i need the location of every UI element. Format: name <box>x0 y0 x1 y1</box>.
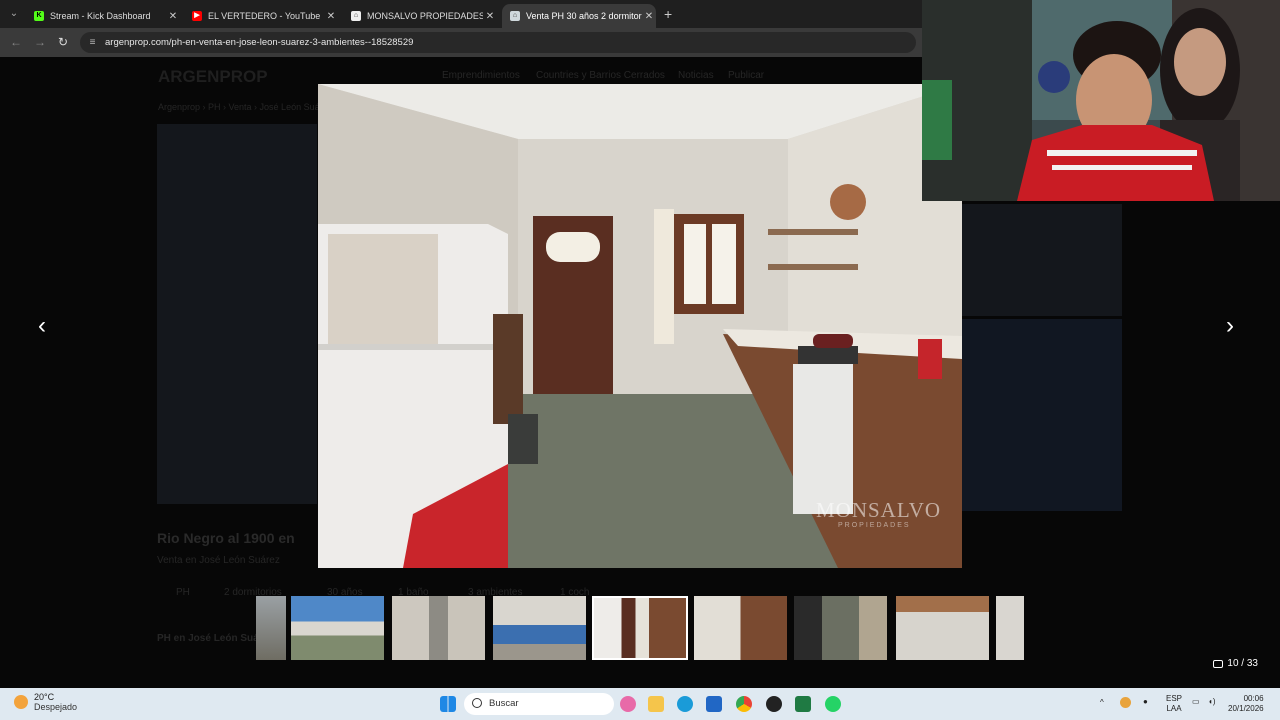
close-tab-icon[interactable]: ✕ <box>324 11 338 22</box>
address-bar: ← → ↻ ≡ argenprop.com/ph-en-venta-en-jos… <box>0 28 922 57</box>
close-tab-icon[interactable]: ✕ <box>166 11 180 22</box>
listing-subtitle: Venta en José León Suárez <box>157 555 280 566</box>
thumbnail[interactable] <box>896 596 989 660</box>
tab-strip: ⌄ K Stream - Kick Dashboard ✕ ▶ EL VERTE… <box>0 0 922 28</box>
network-icon[interactable]: ▭ <box>1192 697 1200 706</box>
argenprop-icon: ⌂ <box>510 11 520 21</box>
thumbnail[interactable] <box>256 596 286 660</box>
photo-watermark: MONSALVO <box>816 498 942 522</box>
close-tab-icon[interactable]: ✕ <box>483 11 497 22</box>
clock-date: 20/1/2026 <box>1228 704 1264 713</box>
listing-title: Rio Negro al 1900 en <box>157 530 295 546</box>
whatsapp-icon[interactable] <box>825 696 841 712</box>
tab-title: Stream - Kick Dashboard <box>50 11 151 21</box>
nav-link: Countries y Barrios Cerrados <box>536 70 665 81</box>
thumbnail[interactable] <box>291 596 384 660</box>
webcam-overlay <box>922 0 1280 201</box>
search-icon <box>472 698 482 708</box>
store-icon[interactable] <box>706 696 722 712</box>
taskbar-search[interactable]: Buscar <box>464 693 614 715</box>
breadcrumb: Argenprop › PH › Venta › José León Suáre… <box>158 102 333 112</box>
thumbnail[interactable] <box>794 596 887 660</box>
feature: PH <box>176 587 190 598</box>
description-heading: PH en José León Suár <box>157 633 263 644</box>
tab-argenprop[interactable]: ⌂ Venta PH 30 años 2 dormitorio ✕ <box>502 4 656 28</box>
close-tab-icon[interactable]: ✕ <box>642 11 656 22</box>
photo-watermark-sub: PROPIEDADES <box>838 522 911 529</box>
weather-temperature: 20°C <box>34 692 55 702</box>
photo-counter: 10 / 33 <box>1213 658 1258 669</box>
camera-icon <box>1213 659 1224 668</box>
listing-side-image <box>962 319 1122 511</box>
start-windows-icon[interactable] <box>440 696 456 712</box>
clock-time: 00:06 <box>1243 694 1264 703</box>
tab-title: Venta PH 30 años 2 dormitorio <box>526 11 642 21</box>
taskbar-search-placeholder: Buscar <box>489 698 519 709</box>
copilot-icon[interactable] <box>620 696 636 712</box>
tray-chevron-icon[interactable]: ^ <box>1100 698 1104 707</box>
thumbnail-strip <box>256 596 1024 660</box>
site-logo: ARGENPROP <box>158 67 268 86</box>
thumbnail-selected[interactable] <box>592 596 688 660</box>
kick-icon: K <box>34 11 44 21</box>
realestate-icon: ⌂ <box>351 11 361 21</box>
back-icon[interactable]: ← <box>10 35 22 49</box>
volume-icon[interactable]: ◖) <box>1208 697 1216 706</box>
tray-app-icon[interactable] <box>1120 697 1131 708</box>
thumbnail[interactable] <box>392 596 485 660</box>
clock[interactable]: 00:06 20/1/2026 <box>1228 694 1264 714</box>
next-photo-icon[interactable]: › <box>1226 314 1234 338</box>
nav-link: Emprendimientos <box>442 70 520 81</box>
youtube-icon: ▶ <box>192 11 202 21</box>
thumbnail[interactable] <box>493 596 586 660</box>
reload-icon[interactable]: ↻ <box>58 35 68 49</box>
listing-main-image <box>157 124 317 504</box>
chrome-icon[interactable] <box>736 696 752 712</box>
tab-youtube[interactable]: ▶ EL VERTEDERO - YouTube ✕ <box>184 4 338 28</box>
gallery-main-photo[interactable]: MONSALVO PROPIEDADES <box>318 84 962 568</box>
language-line1: ESP <box>1166 694 1183 703</box>
thumbnail[interactable] <box>996 596 1024 660</box>
obs-icon[interactable] <box>766 696 782 712</box>
weather-widget[interactable]: 20°C Despejado <box>14 692 77 712</box>
url-text: argenprop.com/ph-en-venta-en-jose-leon-s… <box>105 37 414 48</box>
edge-icon[interactable] <box>677 696 693 712</box>
tab-search-icon[interactable]: ⌄ <box>6 6 22 22</box>
weather-sun-icon <box>14 695 28 709</box>
weather-condition: Despejado <box>34 702 78 712</box>
language-indicator[interactable]: ESP LAA <box>1166 694 1182 714</box>
tab-title: MONSALVO PROPIEDADES - Re <box>367 11 483 21</box>
taskbar: 20°C Despejado Buscar ^ ● ESP LAA ▭ ◖) 0… <box>0 688 1280 720</box>
tab-title: EL VERTEDERO - YouTube <box>208 11 321 21</box>
nav-link: Noticias <box>678 70 714 81</box>
tab-kick[interactable]: K Stream - Kick Dashboard ✕ <box>26 4 180 28</box>
microphone-icon[interactable]: ● <box>1143 697 1148 706</box>
photo-counter-text: 10 / 33 <box>1227 658 1258 669</box>
nav-link: Publicar <box>728 70 765 81</box>
thumbnail[interactable] <box>694 596 787 660</box>
new-tab-icon[interactable]: + <box>664 6 672 22</box>
url-field[interactable]: ≡ argenprop.com/ph-en-venta-en-jose-leon… <box>80 32 916 53</box>
file-explorer-icon[interactable] <box>648 696 664 712</box>
language-line2: LAA <box>1166 704 1182 713</box>
forward-icon[interactable]: → <box>34 35 46 49</box>
excel-icon[interactable] <box>795 696 811 712</box>
tab-monsalvo[interactable]: ⌂ MONSALVO PROPIEDADES - Re ✕ <box>343 4 497 28</box>
listing-side-image <box>962 204 1122 316</box>
site-info-icon[interactable]: ≡ <box>86 36 99 49</box>
previous-photo-icon[interactable]: ‹ <box>38 314 46 338</box>
